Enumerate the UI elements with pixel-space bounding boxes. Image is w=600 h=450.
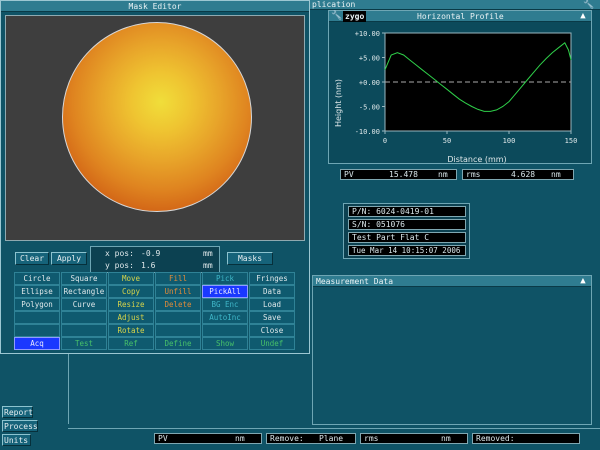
x-tick-label: 0 xyxy=(383,137,387,145)
bottom-status-bar: PV nm Remove: Plane rms nm Removed: xyxy=(68,428,600,450)
empty-cell xyxy=(61,311,107,324)
part-number: P/N: 6024-0419-01 xyxy=(348,206,466,217)
fill-button[interactable]: Fill xyxy=(155,272,201,285)
profile-title: Horizontal Profile xyxy=(417,12,504,21)
close-button[interactable]: Close xyxy=(249,324,295,337)
move-button[interactable]: Move xyxy=(108,272,154,285)
measurement-surface-map[interactable] xyxy=(62,22,252,212)
polygon-tool[interactable]: Polygon xyxy=(14,298,60,311)
pickall-button[interactable]: PickAll xyxy=(202,285,248,298)
pv-readout: PV 15.478 nm xyxy=(340,169,457,180)
delete-button[interactable]: Delete xyxy=(155,298,201,311)
profile-titlebar: 🔧 zygo Horizontal Profile ▲ xyxy=(329,11,591,22)
apply-button[interactable]: Apply xyxy=(51,252,87,265)
mask-editor-window: Mask Editor Clear Apply x pos: -0.9 mm y… xyxy=(0,0,310,354)
test-button[interactable]: Test xyxy=(61,337,107,350)
mask-tool-grid: Circle Square Move Fill Pick Fringes Ell… xyxy=(14,272,298,354)
y-tick-label: +10.00 xyxy=(355,30,380,38)
data-button[interactable]: Data xyxy=(249,285,295,298)
fringes-button[interactable]: Fringes xyxy=(249,272,295,285)
measurement-data-panel: Measurement Data ▲ xyxy=(312,275,592,425)
measurement-date: Tue Mar 14 10:15:07 2006 xyxy=(348,245,466,256)
adjust-button[interactable]: Adjust xyxy=(108,311,154,324)
mask-editor-titlebar[interactable]: Mask Editor xyxy=(1,1,309,12)
application-titlebar: plication 🔧 xyxy=(308,0,600,10)
xpos-label: x pos: xyxy=(105,249,134,258)
x-tick-label: 100 xyxy=(503,137,516,145)
circle-tool[interactable]: Circle xyxy=(14,272,60,285)
resize-button[interactable]: Resize xyxy=(108,298,154,311)
profile-chart: Height (nm) Distance (mm) +10.00 +5.00 +0.… xyxy=(334,30,578,164)
rms-label: rms xyxy=(466,170,481,179)
mask-editor-title: Mask Editor xyxy=(128,2,182,11)
bottom-remove: Remove: Plane xyxy=(266,433,356,444)
empty-cell xyxy=(61,324,107,337)
xpos-unit: mm xyxy=(203,249,213,258)
application-title: plication xyxy=(312,0,356,9)
rms-readout: rms 4.628 nm xyxy=(462,169,574,180)
ypos-unit: mm xyxy=(203,261,213,270)
bottom-removed: Removed: xyxy=(472,433,580,444)
copy-button[interactable]: Copy xyxy=(108,285,154,298)
report-button[interactable]: Report xyxy=(2,406,33,418)
masks-button[interactable]: Masks xyxy=(227,252,273,265)
part-name: Test Part Flat C xyxy=(348,232,466,243)
show-button[interactable]: Show xyxy=(202,337,248,350)
expand-icon[interactable]: ▲ xyxy=(578,276,588,286)
ypos-label: y pos: xyxy=(105,261,134,270)
y-tick-label: +5.00 xyxy=(359,55,380,63)
pv-unit: nm xyxy=(438,170,448,179)
x-tick-label: 50 xyxy=(443,137,451,145)
pv-label: PV xyxy=(344,170,354,179)
empty-cell xyxy=(14,324,60,337)
ypos-value: 1.6 xyxy=(141,261,156,270)
horizontal-profile-panel: 🔧 zygo Horizontal Profile ▲ Height (nm) … xyxy=(328,10,592,164)
bottom-rms: rms nm xyxy=(360,433,468,444)
load-button[interactable]: Load xyxy=(249,298,295,311)
save-button[interactable]: Save xyxy=(249,311,295,324)
acq-button[interactable]: Acq xyxy=(14,337,60,350)
left-lower-divider xyxy=(68,352,69,424)
part-info-panel: P/N: 6024-0419-01 S/N: 051076 Test Part … xyxy=(343,203,470,259)
bg-enc-button[interactable]: BG Enc xyxy=(202,298,248,311)
measurement-title: Measurement Data xyxy=(316,277,394,286)
zygo-logo: zygo xyxy=(343,11,367,22)
rms-value: 4.628 xyxy=(511,170,536,179)
ellipse-tool[interactable]: Ellipse xyxy=(14,285,60,298)
ref-button[interactable]: Ref xyxy=(108,337,154,350)
empty-cell xyxy=(155,324,201,337)
y-tick-label: +0.00 xyxy=(359,79,380,87)
empty-cell xyxy=(14,311,60,324)
undef-button[interactable]: Undef xyxy=(249,337,295,350)
serial-number: S/N: 051076 xyxy=(348,219,466,230)
chart-xlabel: Distance (mm) xyxy=(447,155,506,164)
bottom-pv: PV nm xyxy=(154,433,262,444)
rectangle-tool[interactable]: Rectangle xyxy=(61,285,107,298)
xpos-value: -0.9 xyxy=(141,249,161,258)
define-button[interactable]: Define xyxy=(155,337,201,350)
square-tool[interactable]: Square xyxy=(61,272,107,285)
rotate-button[interactable]: Rotate xyxy=(108,324,154,337)
expand-icon[interactable]: ▲ xyxy=(578,11,588,21)
chart-ylabel: Height (nm) xyxy=(334,79,343,127)
rms-unit: nm xyxy=(551,170,561,179)
curve-tool[interactable]: Curve xyxy=(61,298,107,311)
empty-cell xyxy=(202,324,248,337)
process-button[interactable]: Process xyxy=(2,420,38,432)
position-readout: x pos: -0.9 mm y pos: 1.6 mm xyxy=(90,246,220,273)
measurement-titlebar: Measurement Data ▲ xyxy=(313,276,591,287)
clear-button[interactable]: Clear xyxy=(15,252,49,265)
wrench-icon[interactable]: 🔧 xyxy=(583,0,594,10)
empty-cell xyxy=(155,311,201,324)
mask-image-area[interactable] xyxy=(5,15,305,241)
x-tick-label: 150 xyxy=(565,137,578,145)
autoinc-button[interactable]: AutoInc xyxy=(202,311,248,324)
y-tick-label: -10.00 xyxy=(355,128,380,136)
pick-button[interactable]: Pick xyxy=(202,272,248,285)
units-button[interactable]: Units xyxy=(2,434,31,446)
unfill-button[interactable]: Unfill xyxy=(155,285,201,298)
pv-value: 15.478 xyxy=(389,170,418,179)
y-tick-label: -5.00 xyxy=(359,104,380,112)
wrench-icon[interactable]: 🔧 xyxy=(331,11,342,21)
